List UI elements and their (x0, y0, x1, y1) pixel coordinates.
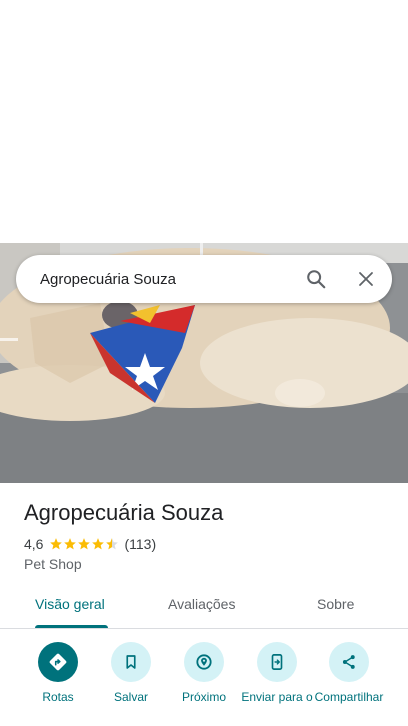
search-bar[interactable]: Agropecuária Souza (16, 255, 392, 303)
send-to-phone-icon (257, 642, 297, 682)
search-icon[interactable] (296, 259, 336, 299)
send-to-phone-button[interactable]: Enviar para o (240, 642, 314, 704)
tab-reviews[interactable]: Avaliações (168, 596, 235, 612)
nearby-icon (184, 642, 224, 682)
send-to-phone-label: Enviar para o (241, 690, 313, 704)
map-area[interactable] (0, 0, 408, 243)
search-query[interactable]: Agropecuária Souza (40, 271, 296, 288)
place-title: Agropecuária Souza (24, 500, 224, 525)
share-label: Compartilhar (314, 690, 384, 704)
directions-button[interactable]: Rotas (21, 642, 95, 704)
half-star-icon (106, 538, 119, 550)
tab-overview[interactable]: Visão geral (35, 596, 105, 612)
nearby-label: Próximo (181, 690, 226, 704)
star-icon (78, 538, 91, 550)
share-button[interactable]: Compartilhar (312, 642, 386, 704)
nearby-button[interactable]: Próximo (167, 642, 241, 704)
tab-about[interactable]: Sobre (317, 596, 354, 612)
place-category: Pet Shop (24, 556, 82, 572)
directions-label: Rotas (42, 690, 74, 704)
directions-icon (38, 642, 78, 682)
save-label: Salvar (113, 690, 148, 704)
star-icon (92, 538, 105, 550)
rating-stars (49, 537, 119, 551)
star-icon (50, 538, 63, 550)
bookmark-icon (111, 642, 151, 682)
share-icon (329, 642, 369, 682)
star-icon (64, 538, 77, 550)
close-icon[interactable] (346, 259, 386, 299)
tab-bar: Visão geral Avaliações Sobre (0, 584, 408, 629)
rating-value: 4,6 (24, 536, 44, 552)
rating-row[interactable]: 4,6 (113) (24, 536, 156, 552)
review-count[interactable]: (113) (124, 536, 156, 552)
active-tab-indicator (35, 625, 108, 628)
save-button[interactable]: Salvar (94, 642, 168, 704)
